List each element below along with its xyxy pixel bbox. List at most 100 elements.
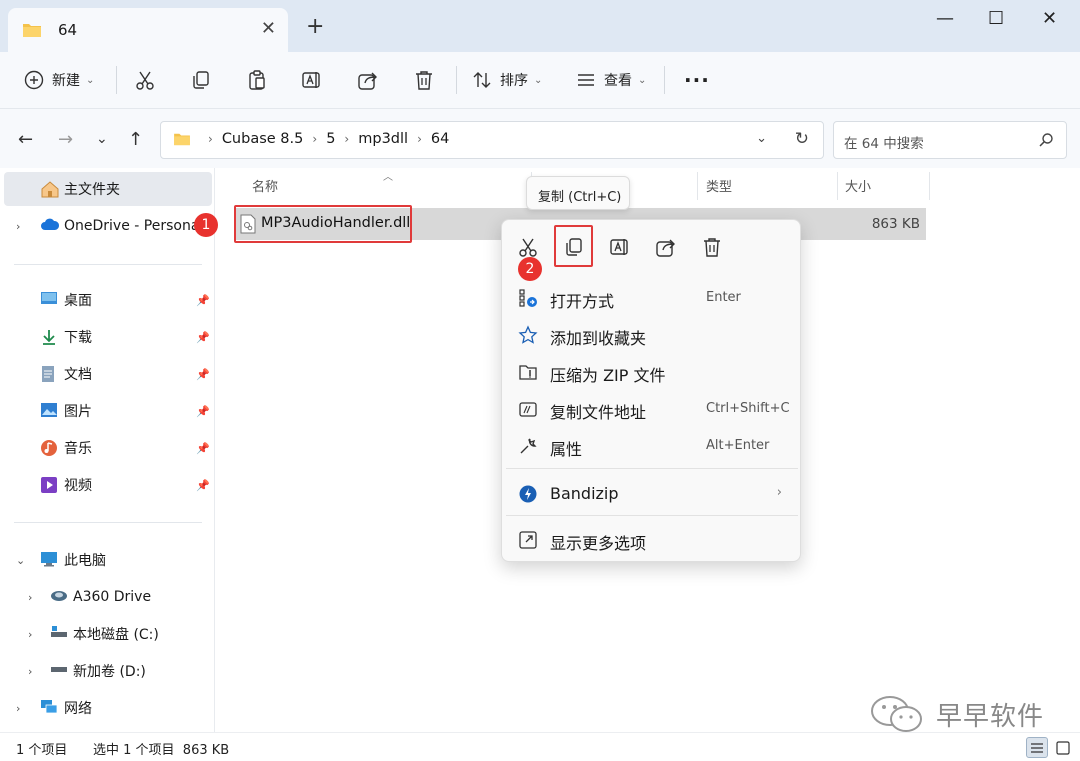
sidebar-item-d-drive[interactable]: › 新加卷 (D:)	[0, 654, 212, 688]
chevron-right-icon: ›	[344, 132, 350, 146]
sidebar-item-a360[interactable]: › A360 Drive	[0, 580, 212, 614]
breadcrumb-item[interactable]: mp3dll	[358, 131, 408, 147]
menu-item-label: 显示更多选项	[550, 534, 647, 553]
delete-menu-button[interactable]	[699, 234, 725, 260]
menu-item-properties[interactable]: 属性 Alt+Enter	[502, 428, 802, 464]
breadcrumb-item[interactable]: Cubase 8.5	[222, 131, 304, 147]
pane-divider[interactable]	[214, 168, 215, 732]
rename-icon	[302, 72, 320, 88]
forward-button[interactable]: →	[58, 129, 73, 150]
details-view-icon	[1031, 742, 1043, 753]
column-header-type[interactable]: 类型	[706, 176, 732, 195]
sidebar-item-videos[interactable]: 视频 📌	[0, 468, 212, 502]
scissors-icon	[136, 71, 154, 90]
column-divider[interactable]	[697, 172, 698, 200]
share-menu-button[interactable]	[653, 234, 679, 260]
menu-item-compress-zip[interactable]: 压缩为 ZIP 文件	[502, 354, 802, 390]
column-divider[interactable]	[929, 172, 930, 200]
view-button[interactable]: 查看 ⌄	[576, 66, 646, 94]
back-button[interactable]: ←	[18, 129, 33, 150]
new-button[interactable]: 新建 ⌄	[24, 66, 94, 94]
sidebar-item-network[interactable]: › 网络	[0, 691, 212, 725]
paste-button[interactable]	[246, 66, 268, 94]
sidebar-item-music[interactable]: 音乐 📌	[0, 431, 212, 465]
column-divider[interactable]	[837, 172, 838, 200]
new-tab-button[interactable]: +	[306, 14, 324, 39]
pin-icon[interactable]: 📌	[196, 479, 210, 492]
details-view-button[interactable]	[1026, 737, 1048, 758]
watermark: 早早软件	[868, 694, 1044, 734]
menu-item-show-more[interactable]: 显示更多选项	[502, 522, 802, 558]
menu-item-label: 复制文件地址	[550, 403, 647, 422]
pin-icon[interactable]: 📌	[196, 331, 210, 344]
close-window-button[interactable]: ✕	[1042, 8, 1057, 29]
tiles-view-icon	[1056, 740, 1070, 755]
pin-icon[interactable]: 📌	[196, 442, 210, 455]
sidebar-divider	[14, 522, 202, 523]
open-with-icon	[518, 288, 538, 308]
cut-button[interactable]	[134, 66, 156, 94]
sidebar-item-downloads[interactable]: 下载 📌	[0, 320, 212, 354]
sidebar-item-onedrive[interactable]: › OneDrive - Persona	[0, 209, 212, 243]
maximize-button[interactable]: ☐	[988, 8, 1004, 29]
more-options-button[interactable]: ···	[684, 66, 710, 94]
tiles-view-button[interactable]	[1052, 737, 1074, 758]
menu-item-shortcut: Ctrl+Shift+C	[706, 401, 790, 416]
refresh-icon[interactable]: ↻	[795, 129, 809, 149]
search-box[interactable]: 在 64 中搜索	[833, 121, 1067, 159]
command-bar: 新建 ⌄ 排序 ⌄ 查看 ⌄ ···	[0, 52, 1080, 108]
sidebar-item-this-pc[interactable]: ⌄ 此电脑	[0, 543, 212, 577]
sidebar-divider	[14, 264, 202, 265]
pin-icon[interactable]: 📌	[196, 405, 210, 418]
column-header-name[interactable]: 名称	[252, 176, 278, 195]
breadcrumb-item[interactable]: 5	[326, 131, 335, 147]
show-more-icon	[518, 530, 538, 550]
column-header-size[interactable]: 大小	[845, 176, 871, 195]
sort-button[interactable]: 排序 ⌄	[472, 66, 542, 94]
minimize-button[interactable]: —	[936, 8, 954, 29]
share-button[interactable]	[357, 66, 379, 94]
copy-button[interactable]	[190, 66, 212, 94]
menu-item-label: 压缩为 ZIP 文件	[550, 366, 666, 385]
menu-item-open-with[interactable]: 打开方式 Enter	[502, 280, 802, 316]
sidebar-item-home[interactable]: 主文件夹	[4, 172, 212, 206]
rename-menu-button[interactable]	[607, 234, 633, 260]
pin-icon[interactable]: 📌	[196, 294, 210, 307]
address-bar[interactable]: › Cubase 8.5 › 5 › mp3dll › 64 ⌄ ↻	[160, 121, 824, 159]
sidebar-item-desktop[interactable]: 桌面 📌	[0, 283, 212, 317]
music-icon	[40, 439, 58, 457]
folder-icon	[174, 133, 190, 146]
tab-current[interactable]: 64 ✕	[8, 8, 288, 52]
recent-locations-button[interactable]: ⌄	[96, 131, 108, 147]
copy-menu-button[interactable]	[561, 234, 587, 260]
new-label: 新建	[52, 73, 80, 89]
share-icon	[656, 239, 675, 257]
menu-item-copy-path[interactable]: 复制文件地址 Ctrl+Shift+C	[502, 391, 802, 427]
close-tab-icon[interactable]: ✕	[261, 18, 276, 39]
chevron-right-icon: ›	[776, 485, 782, 500]
sidebar-item-documents[interactable]: 文档 📌	[0, 357, 212, 391]
address-dropdown-icon[interactable]: ⌄	[756, 131, 767, 146]
folder-icon	[22, 22, 42, 42]
sidebar-item-label: 网络	[64, 701, 92, 717]
pin-icon[interactable]: 📌	[196, 368, 210, 381]
menu-item-add-favorites[interactable]: 添加到收藏夹	[502, 317, 802, 353]
sidebar-item-label: 此电脑	[64, 553, 106, 569]
chevron-right-icon: ›	[16, 219, 21, 233]
desktop-icon	[40, 291, 58, 309]
local-disk-icon	[50, 625, 68, 643]
breadcrumb-item[interactable]: 64	[431, 131, 449, 147]
sidebar-item-c-drive[interactable]: › 本地磁盘 (C:)	[0, 617, 212, 651]
menu-item-label: 属性	[550, 440, 583, 459]
chevron-right-icon: ›	[28, 590, 33, 604]
sidebar-item-label: 主文件夹	[64, 182, 120, 198]
title-bar: 64 ✕ + — ☐ ✕	[0, 0, 1080, 52]
up-button[interactable]: ↑	[128, 129, 143, 150]
delete-button[interactable]	[413, 66, 435, 94]
sort-label: 排序	[500, 73, 528, 89]
sidebar-item-pictures[interactable]: 图片 📌	[0, 394, 212, 428]
breadcrumb: › Cubase 8.5 › 5 › mp3dll › 64	[173, 131, 449, 147]
copy-tooltip: 复制 (Ctrl+C)	[526, 176, 630, 210]
rename-button[interactable]	[301, 66, 323, 94]
menu-item-bandizip[interactable]: Bandizip ›	[502, 476, 802, 512]
